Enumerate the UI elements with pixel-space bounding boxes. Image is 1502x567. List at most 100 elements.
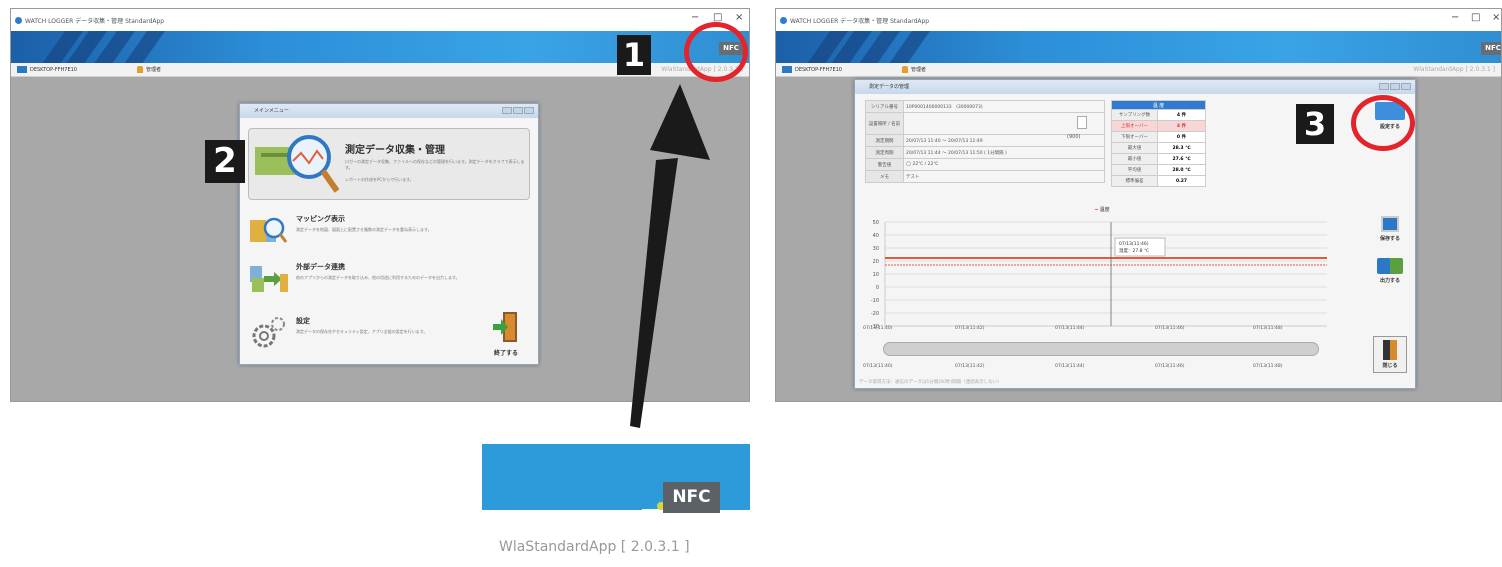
dialog-close-button[interactable]: [524, 107, 534, 114]
info-value: テスト: [903, 170, 1105, 183]
data-management-desc2: レポートの作成をPCからで行います。: [345, 177, 414, 182]
range-tick: 07/13(11:48): [1253, 364, 1283, 369]
data-management-desc: ロガーの測定データ収集、ファイルへの保存などの管理を行います。測定データをグラフ…: [345, 159, 525, 170]
y-tick: 50: [873, 220, 879, 226]
nfc-button[interactable]: NFC: [1481, 42, 1501, 55]
zoom-nfc-button[interactable]: NFC: [663, 482, 720, 513]
close-button[interactable]: ×: [1492, 12, 1500, 23]
dialog-close-button[interactable]: [1401, 83, 1411, 90]
external-data-heading: 外部データ連携: [296, 263, 345, 271]
data-management-icon: [253, 133, 340, 195]
x-tick: 07/13(11:40): [863, 326, 893, 331]
mapping-heading: マッピング表示: [296, 215, 345, 223]
dialog-controls: [855, 80, 1415, 94]
door-icon: [1383, 340, 1397, 360]
info-label: 測定周期: [865, 146, 904, 159]
range-ticks: 07/13(11:40) 07/13(11:42) 07/13(11:44) 0…: [855, 364, 1335, 372]
dialog-controls: [240, 104, 538, 118]
computer-name: DESKTOP-FFH7E10: [795, 66, 842, 73]
monitor-icon: [1381, 216, 1399, 232]
logger-info-table: シリアル番号 10P0001400000133 (30000073) 設置場所 /…: [865, 100, 1105, 183]
printer-icon: [1377, 258, 1403, 274]
print-label: 出力する: [1379, 278, 1400, 284]
right-title-bar: WATCH LOGGER データ収集・管理 StandardApp − □ ×: [776, 9, 1501, 31]
user-label: 管理者: [146, 67, 162, 73]
range-slider[interactable]: [883, 342, 1319, 356]
zoom-version-label: WlaStandardApp [ 2.0.3.1 ]: [499, 539, 690, 555]
external-data-icon: [248, 262, 290, 298]
highlight-ring-nfc: [684, 22, 748, 82]
user-label: 管理者: [911, 67, 927, 73]
close-dialog-button[interactable]: 閉じる: [1373, 336, 1407, 373]
right-title-text: WATCH LOGGER データ収集・管理 StandardApp: [790, 17, 930, 25]
exit-button[interactable]: 終了する: [484, 310, 528, 357]
x-tick: 07/13(11:46): [1155, 326, 1185, 331]
range-tick: 07/13(11:42): [955, 364, 985, 369]
close-button[interactable]: ×: [735, 12, 743, 23]
close-label: 閉じる: [1382, 363, 1398, 369]
gear-icon: [248, 316, 290, 356]
dialog-maximize-button[interactable]: [1390, 83, 1400, 90]
info-value[interactable]: [903, 112, 1105, 135]
computer-name: DESKTOP-FFH7E10: [30, 66, 77, 73]
mapping-icon: [248, 214, 290, 250]
x-tick: 07/13(11:42): [955, 326, 985, 331]
dialog-status-text: データ取得方法：通信のデータは1分間(60秒)間隔（連続表示しない）: [859, 380, 1002, 385]
computer-icon: [782, 66, 792, 73]
y-grid: [884, 221, 1327, 327]
version-label: WlaStandardApp [ 2.0.3.1 ]: [1413, 66, 1495, 73]
stat-label: サンプリング数: [1111, 109, 1158, 121]
y-tick: -20: [871, 311, 879, 317]
pointer-arrow: [630, 84, 710, 428]
right-banner: NFC: [776, 31, 1501, 63]
exit-label: 終了する: [493, 350, 518, 357]
settings-heading: 設定: [296, 317, 310, 325]
stat-value: 28.3 ℃: [1157, 142, 1206, 154]
info-value: ◯ 22℃ / 22℃: [903, 158, 1105, 171]
range-tick: 07/13(11:44): [1055, 364, 1085, 369]
computer-icon: [17, 66, 27, 73]
save-button[interactable]: 保存する: [1373, 216, 1407, 242]
info-value: 20/07/13 11:44 ～ 20/07/13 11:50 ( 1分間隔 ): [903, 146, 1105, 159]
stat-label: 最大値: [1111, 142, 1158, 154]
mapping-desc: 測定データを地図、図面上に配置させ複数の測定データを重ね表示します。: [296, 227, 432, 232]
dialog-minimize-button[interactable]: [502, 107, 512, 114]
minimize-button[interactable]: −: [1451, 12, 1459, 23]
info-label: 警告値: [865, 158, 904, 171]
dialog-maximize-button[interactable]: [513, 107, 523, 114]
left-title-bar: WATCH LOGGER データ収集・管理 StandardApp − □ ×: [11, 9, 749, 31]
chart-legend: ━ 温度: [1095, 207, 1110, 213]
legend-label: 温度: [1099, 207, 1110, 213]
stat-label: 最小値: [1111, 153, 1158, 165]
nfc-zoom-inset: NFC WlaStandardApp [ 2.0.3.1 ]: [482, 444, 750, 567]
y-tick: 0: [876, 285, 879, 291]
minimize-button[interactable]: −: [691, 12, 699, 23]
data-management-heading: 測定データ収集・管理: [345, 145, 445, 156]
menu-item-mapping[interactable]: マッピング表示 測定データを地図、図面上に配置させ複数の測定データを重ね表示しま…: [248, 214, 530, 250]
count-label: (900): [1067, 134, 1081, 140]
stat-value: 4 件: [1157, 109, 1206, 121]
dialog-minimize-button[interactable]: [1379, 83, 1389, 90]
y-tick: 20: [873, 259, 879, 265]
stats-header: 温 度: [1111, 100, 1206, 110]
highlight-ring-report: [1351, 95, 1415, 151]
app-icon: [780, 16, 787, 24]
user-icon: [137, 66, 143, 73]
range-tick: 07/13(11:40): [863, 364, 893, 369]
stat-label: 標準偏差: [1111, 175, 1158, 187]
print-button[interactable]: 出力する: [1373, 258, 1407, 284]
step-badge-3: 3: [1296, 104, 1334, 144]
left-title-text: WATCH LOGGER データ収集・管理 StandardApp: [25, 17, 165, 25]
y-tick: -10: [871, 298, 879, 304]
menu-item-settings[interactable]: 設定 測定データの保存先やセキュリティ設定、アプリ全般の設定を行います。: [248, 316, 468, 356]
stat-label: 平均値: [1111, 164, 1158, 176]
stat-value: 28.0 ℃: [1157, 164, 1206, 176]
y-tick: 10: [873, 272, 879, 278]
menu-item-external-data[interactable]: 外部データ連携 他のアプリからの測定データを取り込み、他の用途に利用するためのデ…: [248, 262, 530, 298]
user-icon: [902, 66, 908, 73]
menu-item-data-management[interactable]: 測定データ収集・管理 ロガーの測定データ収集、ファイルへの保存などの管理を行いま…: [248, 128, 530, 200]
exit-door-icon: [493, 312, 517, 342]
stat-value: 0 件: [1157, 131, 1206, 143]
maximize-button[interactable]: □: [1471, 12, 1480, 23]
info-label: メモ: [865, 170, 904, 183]
